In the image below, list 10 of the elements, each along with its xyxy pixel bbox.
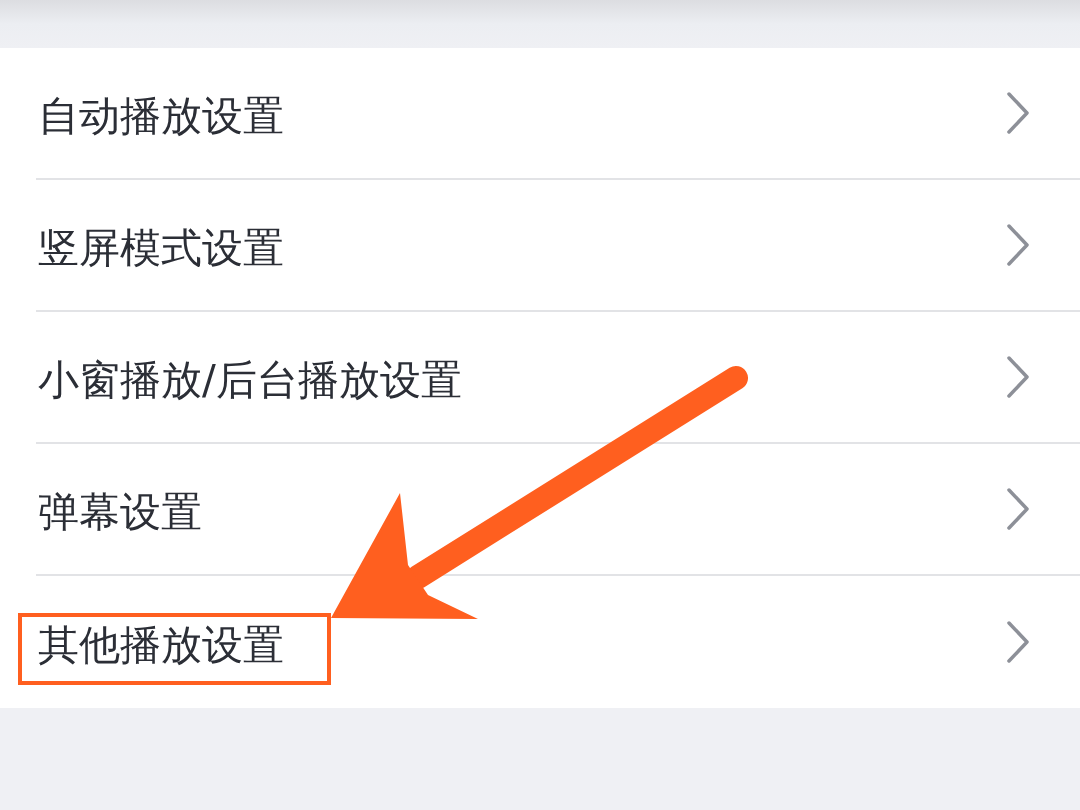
- row-label: 竖屏模式设置: [38, 223, 284, 272]
- row-label: 弹幕设置: [38, 487, 202, 536]
- chevron-right-icon: [1006, 488, 1030, 530]
- chevron-right-icon: [1006, 621, 1030, 663]
- row-label: 小窗播放/后台播放设置: [38, 355, 462, 404]
- chevron-right-icon: [1006, 356, 1030, 398]
- chevron-right-icon: [1006, 92, 1030, 134]
- row-label: 其他播放设置: [38, 620, 284, 669]
- chevron-right-icon: [1006, 224, 1030, 266]
- row-label: 自动播放设置: [38, 91, 284, 140]
